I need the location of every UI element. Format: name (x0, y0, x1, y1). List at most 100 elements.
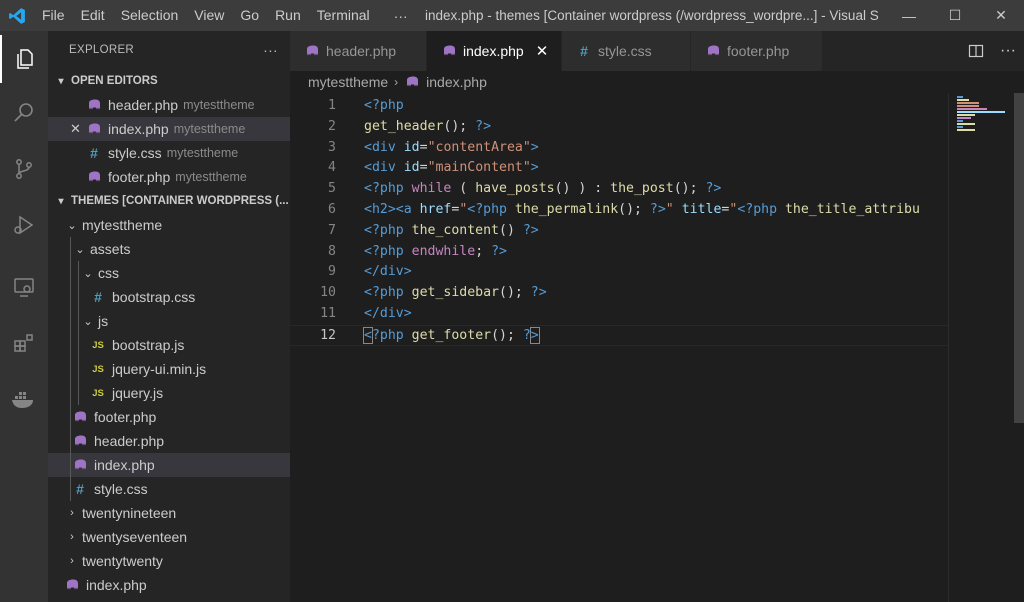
menu-selection[interactable]: Selection (113, 0, 187, 31)
tab-header-php[interactable]: header.php (290, 31, 427, 71)
folder-js[interactable]: ⌄ js (48, 309, 290, 333)
docker-icon[interactable] (0, 375, 48, 423)
folder-label: assets (90, 241, 131, 257)
menu-edit[interactable]: Edit (73, 0, 113, 31)
php-file-icon (72, 433, 88, 449)
code-text: <?php (364, 98, 404, 113)
open-editors-section[interactable]: ▾ OPEN EDITORS (48, 69, 290, 93)
menu-view[interactable]: View (186, 0, 232, 31)
breadcrumb-separator: › (394, 75, 399, 89)
line-number: 7 (328, 222, 336, 238)
breadcrumb-file[interactable]: index.php (426, 74, 487, 90)
explorer-header: EXPLORER ··· (48, 31, 290, 69)
file-bootstrap-css[interactable]: # bootstrap.css (48, 285, 290, 309)
css-file-icon: # (94, 289, 102, 305)
folder-twentynineteen[interactable]: › twentynineteen (48, 501, 290, 525)
code-line[interactable]: 8 <?php endwhile; ?> (290, 242, 948, 263)
file-label: jquery.js (112, 385, 164, 401)
code-line[interactable]: 4 <div id="mainContent"> (290, 158, 948, 179)
code-line[interactable]: 2 get_header(); ?> (290, 117, 948, 138)
file-jquery-ui[interactable]: JS jquery-ui.min.js (48, 357, 290, 381)
code-line[interactable]: 10 <?php get_sidebar(); ?> (290, 283, 948, 304)
search-icon[interactable] (0, 89, 48, 137)
window-title: index.php - themes [Container wordpress … (425, 8, 880, 23)
explorer-sidebar: EXPLORER ··· ▾ OPEN EDITORS header.php m… (48, 31, 290, 602)
code-line[interactable]: 1 <?php (290, 96, 948, 117)
maximize-button[interactable]: ☐ (932, 0, 978, 31)
explorer-more-icon[interactable]: ··· (263, 42, 278, 58)
open-editor-item[interactable]: footer.php mytesttheme (48, 165, 290, 189)
open-editor-item[interactable]: header.php mytesttheme (48, 93, 290, 117)
menu-more-icon[interactable]: ··· (378, 8, 418, 24)
run-debug-icon[interactable] (0, 201, 48, 249)
menu-terminal[interactable]: Terminal (309, 0, 378, 31)
file-index-php[interactable]: index.php (48, 453, 290, 477)
line-number: 12 (320, 327, 336, 343)
code-area[interactable]: 1 <?php 2 get_header(); ?> 3 <div id="content… (290, 93, 948, 602)
editor-tabs: header.php index.php ✕ # style.css foote… (290, 31, 1024, 71)
file-jquery[interactable]: JS jquery.js (48, 381, 290, 405)
code-line[interactable]: 5 <?php while ( have_posts() ) : the_post… (290, 179, 948, 200)
more-actions-icon[interactable]: ··· (992, 31, 1024, 71)
menu-file[interactable]: File (34, 0, 73, 31)
scrollbar-thumb[interactable] (1014, 93, 1024, 423)
tab-index-php[interactable]: index.php ✕ (427, 31, 562, 71)
tab-label: index.php (463, 43, 524, 59)
code-line[interactable]: 9 </div> (290, 262, 948, 283)
code-line[interactable]: 6 <h2><a href="<?php the_permalink(); ?>"… (290, 200, 948, 221)
menu-go[interactable]: Go (232, 0, 267, 31)
code-line[interactable]: 7 <?php the_content() ?> (290, 221, 948, 242)
tab-footer-php[interactable]: footer.php (691, 31, 823, 71)
code-line[interactable]: 11 </div> (290, 304, 948, 325)
remote-explorer-icon[interactable] (0, 263, 48, 311)
folder-mytesttheme[interactable]: ⌄ mytesttheme (48, 213, 290, 237)
code-text: </div> (364, 264, 412, 280)
chevron-right-icon: › (70, 507, 74, 519)
folder-twentyseventeen[interactable]: › twentyseventeen (48, 525, 290, 549)
open-editor-item[interactable]: ✕ index.php mytesttheme (48, 117, 290, 141)
js-file-icon: JS (92, 339, 104, 351)
file-footer-php[interactable]: footer.php (48, 405, 290, 429)
split-editor-icon[interactable] (960, 31, 992, 71)
code-editor[interactable]: 1 <?php 2 get_header(); ?> 3 <div id="content… (290, 93, 1024, 602)
indent-guide (70, 429, 71, 453)
tab-label: header.php (326, 43, 397, 59)
folder-label: twentynineteen (82, 505, 177, 521)
vertical-scrollbar[interactable] (1014, 93, 1024, 602)
php-file-icon (86, 169, 102, 185)
file-root-index-php[interactable]: index.php (48, 573, 290, 597)
vscode-logo-icon (0, 0, 34, 31)
extensions-icon[interactable] (0, 319, 48, 367)
file-label: jquery-ui.min.js (112, 361, 207, 377)
folder-twentytwenty[interactable]: › twentytwenty (48, 549, 290, 573)
explorer-title: EXPLORER (69, 44, 135, 56)
file-header-php[interactable]: header.php (48, 429, 290, 453)
file-label: index.php (86, 577, 147, 593)
file-bootstrap-js[interactable]: JS bootstrap.js (48, 333, 290, 357)
open-editor-item[interactable]: # style.css mytesttheme (48, 141, 290, 165)
close-window-button[interactable]: ✕ (978, 0, 1024, 31)
file-folder: mytesttheme (183, 98, 255, 112)
file-style-css[interactable]: # style.css (48, 477, 290, 501)
explorer-icon[interactable] (0, 35, 48, 83)
close-icon[interactable]: ✕ (536, 42, 549, 60)
code-line[interactable]: 12 <?php get_footer(); ?> (290, 324, 948, 346)
source-control-icon[interactable] (0, 145, 48, 193)
menu-run[interactable]: Run (267, 0, 309, 31)
indent-guide (78, 285, 79, 309)
workspace-section[interactable]: ▾ THEMES [CONTAINER WORDPRESS (... (48, 189, 290, 213)
close-icon[interactable]: ✕ (70, 121, 81, 137)
file-name: footer.php (108, 169, 171, 185)
tab-style-css[interactable]: # style.css (562, 31, 691, 71)
php-file-icon (86, 97, 102, 113)
js-file-icon: JS (92, 387, 104, 399)
folder-css[interactable]: ⌄ css (48, 261, 290, 285)
code-text: <div id="mainContent"> (364, 160, 539, 176)
minimize-button[interactable]: — (886, 0, 932, 31)
indent-guide (78, 357, 79, 381)
folder-assets[interactable]: ⌄ assets (48, 237, 290, 261)
minimap[interactable] (948, 93, 1014, 602)
code-line[interactable]: 3 <div id="contentArea"> (290, 138, 948, 159)
code-text: </div> (364, 306, 412, 321)
breadcrumb-folder[interactable]: mytesttheme (308, 74, 388, 90)
